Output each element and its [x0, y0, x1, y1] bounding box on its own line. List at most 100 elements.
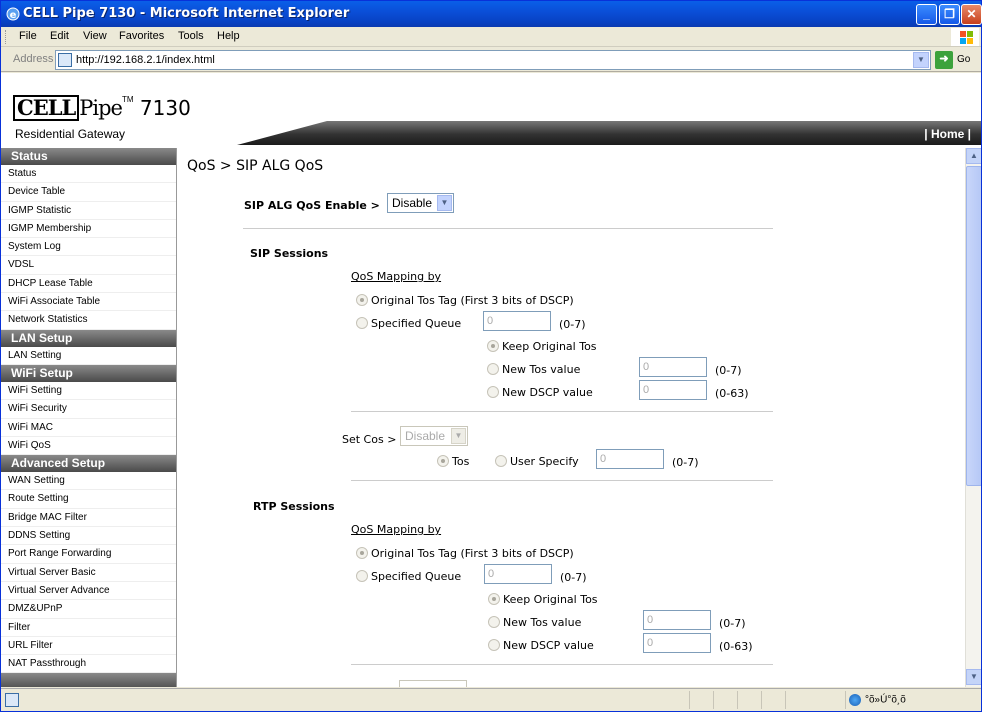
sidebar-item-wifi-setting[interactable]: WiFi Setting: [1, 382, 176, 401]
sidebar-section-next[interactable]: [1, 673, 176, 687]
address-dropdown-icon[interactable]: ▼: [913, 52, 929, 68]
page-content: CELL PipeTM 7130 Residential Gateway | Ho…: [1, 73, 981, 687]
sip-new-tos-input[interactable]: 0: [639, 357, 707, 377]
minimize-button[interactable]: _: [916, 4, 937, 25]
rtp-new-dscp-radio[interactable]: [488, 639, 500, 651]
sip-cos-tos-radio[interactable]: [437, 455, 449, 467]
menu-tools[interactable]: Tools: [178, 30, 204, 42]
rtp-new-tos-input[interactable]: 0: [643, 610, 711, 630]
sidebar-item-status[interactable]: Status: [1, 165, 176, 184]
rtp-keep-tos-radio[interactable]: [488, 593, 500, 605]
sip-set-cos-label: Set Cos >: [342, 433, 397, 446]
sip-user-specify-radio[interactable]: [495, 455, 507, 467]
sidebar-section-wifi-setup[interactable]: WiFi Setup: [1, 364, 176, 382]
rtp-sessions-heading: RTP Sessions: [253, 500, 335, 513]
sidebar-item-url-filter[interactable]: URL Filter: [1, 637, 176, 656]
rtp-specified-queue-radio[interactable]: [356, 570, 368, 582]
sidebar-item-port-range-forwarding[interactable]: Port Range Forwarding: [1, 545, 176, 564]
divider: [351, 411, 773, 412]
address-label: Address: [13, 53, 54, 65]
sidebar-item-route-setting[interactable]: Route Setting: [1, 490, 176, 509]
brand-pipe: Pipe: [79, 96, 123, 120]
rtp-queue-range: (0-7): [560, 571, 587, 584]
sidebar-item-network-statistics[interactable]: Network Statistics: [1, 311, 176, 330]
sidebar-item-wan-setting[interactable]: WAN Setting: [1, 472, 176, 491]
rtp-set-cos-select[interactable]: [399, 680, 467, 687]
sidebar-item-lan-setting[interactable]: LAN Setting: [1, 347, 176, 365]
browser-window: e CELL Pipe 7130 - Microsoft Internet Ex…: [0, 0, 982, 712]
sip-original-tos-label: Original Tos Tag (First 3 bits of DSCP): [371, 294, 574, 307]
svg-text:e: e: [10, 10, 17, 21]
brand-tm: TM: [121, 95, 134, 104]
rtp-new-dscp-label: New DSCP value: [503, 639, 594, 652]
brand-logo: CELL PipeTM 7130 Residential Gateway: [13, 95, 191, 141]
sidebar-item-igmp-statistic[interactable]: IGMP Statistic: [1, 202, 176, 220]
sidebar-item-wifi-mac[interactable]: WiFi MAC: [1, 419, 176, 437]
title-bar: e CELL Pipe 7130 - Microsoft Internet Ex…: [1, 1, 982, 27]
maximize-button[interactable]: ❐: [939, 4, 960, 25]
windows-logo-icon: [951, 28, 979, 46]
close-button[interactable]: ✕: [961, 4, 982, 25]
rtp-new-dscp-input[interactable]: 0: [643, 633, 711, 653]
sidebar-section-status[interactable]: Status: [1, 148, 176, 165]
address-input[interactable]: http://192.168.2.1/index.html ▼: [55, 50, 931, 70]
scroll-thumb[interactable]: [966, 166, 981, 486]
menu-view[interactable]: View: [83, 30, 107, 42]
rtp-new-tos-radio[interactable]: [488, 616, 500, 628]
sip-new-tos-label: New Tos value: [502, 363, 581, 376]
go-button[interactable]: Go: [957, 54, 970, 65]
sidebar-item-device-table[interactable]: Device Table: [1, 183, 176, 202]
sip-new-tos-radio[interactable]: [487, 363, 499, 375]
status-pane: [761, 691, 785, 709]
go-arrow-icon[interactable]: ➜: [935, 51, 953, 69]
sip-cos-tos-label: Tos: [452, 455, 470, 468]
divider: [351, 480, 773, 481]
sidebar-item-wifi-qos[interactable]: WiFi QoS: [1, 437, 176, 456]
window-title: CELL Pipe 7130 - Microsoft Internet Expl…: [23, 6, 350, 21]
sip-alg-qos-enable-label: SIP ALG QoS Enable >: [244, 199, 380, 212]
sidebar-item-dhcp-lease-table[interactable]: DHCP Lease Table: [1, 275, 176, 294]
address-url[interactable]: http://192.168.2.1/index.html: [76, 54, 215, 66]
menu-bar: File Edit View Favorites Tools Help: [1, 27, 981, 47]
sidebar-item-bridge-mac-filter[interactable]: Bridge MAC Filter: [1, 509, 176, 528]
scroll-up-icon[interactable]: ▲: [966, 148, 981, 164]
sidebar-section-lan-setup[interactable]: LAN Setup: [1, 329, 176, 347]
sidebar-item-filter[interactable]: Filter: [1, 619, 176, 637]
sip-set-cos-select[interactable]: Disable ▼: [400, 426, 468, 446]
sidebar-item-nat-passthrough[interactable]: NAT Passthrough: [1, 655, 176, 674]
scroll-down-icon[interactable]: ▼: [966, 669, 981, 685]
sidebar-item-wifi-security[interactable]: WiFi Security: [1, 400, 176, 419]
sidebar-item-virtual-server-basic[interactable]: Virtual Server Basic: [1, 564, 176, 582]
toolbar-grip[interactable]: [5, 30, 7, 44]
rtp-queue-input[interactable]: 0: [484, 564, 552, 584]
sip-new-dscp-input[interactable]: 0: [639, 380, 707, 400]
sidebar-item-dmz-upnp[interactable]: DMZ&UPnP: [1, 600, 176, 619]
menu-edit[interactable]: Edit: [50, 30, 69, 42]
sip-keep-tos-radio[interactable]: [487, 340, 499, 352]
sidebar-item-vdsl[interactable]: VDSL: [1, 256, 176, 275]
menu-favorites[interactable]: Favorites: [119, 30, 164, 42]
sidebar-item-ddns-setting[interactable]: DDNS Setting: [1, 527, 176, 546]
home-link[interactable]: | Home |: [924, 127, 971, 141]
vertical-scrollbar[interactable]: ▲ ▼: [965, 148, 981, 687]
sidebar-item-igmp-membership[interactable]: IGMP Membership: [1, 220, 176, 239]
sidebar-item-virtual-server-advance[interactable]: Virtual Server Advance: [1, 582, 176, 601]
menu-help[interactable]: Help: [217, 30, 240, 42]
sip-alg-qos-enable-select[interactable]: Disable ▼: [387, 193, 454, 213]
sip-specified-queue-radio[interactable]: [356, 317, 368, 329]
sidebar-section-advanced-setup[interactable]: Advanced Setup: [1, 455, 176, 473]
sip-queue-input[interactable]: 0: [483, 311, 551, 331]
sip-user-specify-input[interactable]: 0: [596, 449, 664, 469]
rtp-qos-mapping-label: QoS Mapping by: [351, 523, 442, 536]
sip-new-dscp-radio[interactable]: [487, 386, 499, 398]
sidebar-item-system-log[interactable]: System Log: [1, 238, 176, 257]
sip-qos-mapping-label: QoS Mapping by: [351, 270, 442, 283]
sidebar-item-wifi-associate-table[interactable]: WiFi Associate Table: [1, 293, 176, 312]
rtp-original-tos-label: Original Tos Tag (First 3 bits of DSCP): [371, 547, 574, 560]
rtp-new-tos-label: New Tos value: [503, 616, 582, 629]
menu-file[interactable]: File: [19, 30, 37, 42]
status-pane: [689, 691, 713, 709]
rtp-original-tos-radio[interactable]: [356, 547, 368, 559]
sip-original-tos-radio[interactable]: [356, 294, 368, 306]
sip-queue-range: (0-7): [559, 318, 586, 331]
